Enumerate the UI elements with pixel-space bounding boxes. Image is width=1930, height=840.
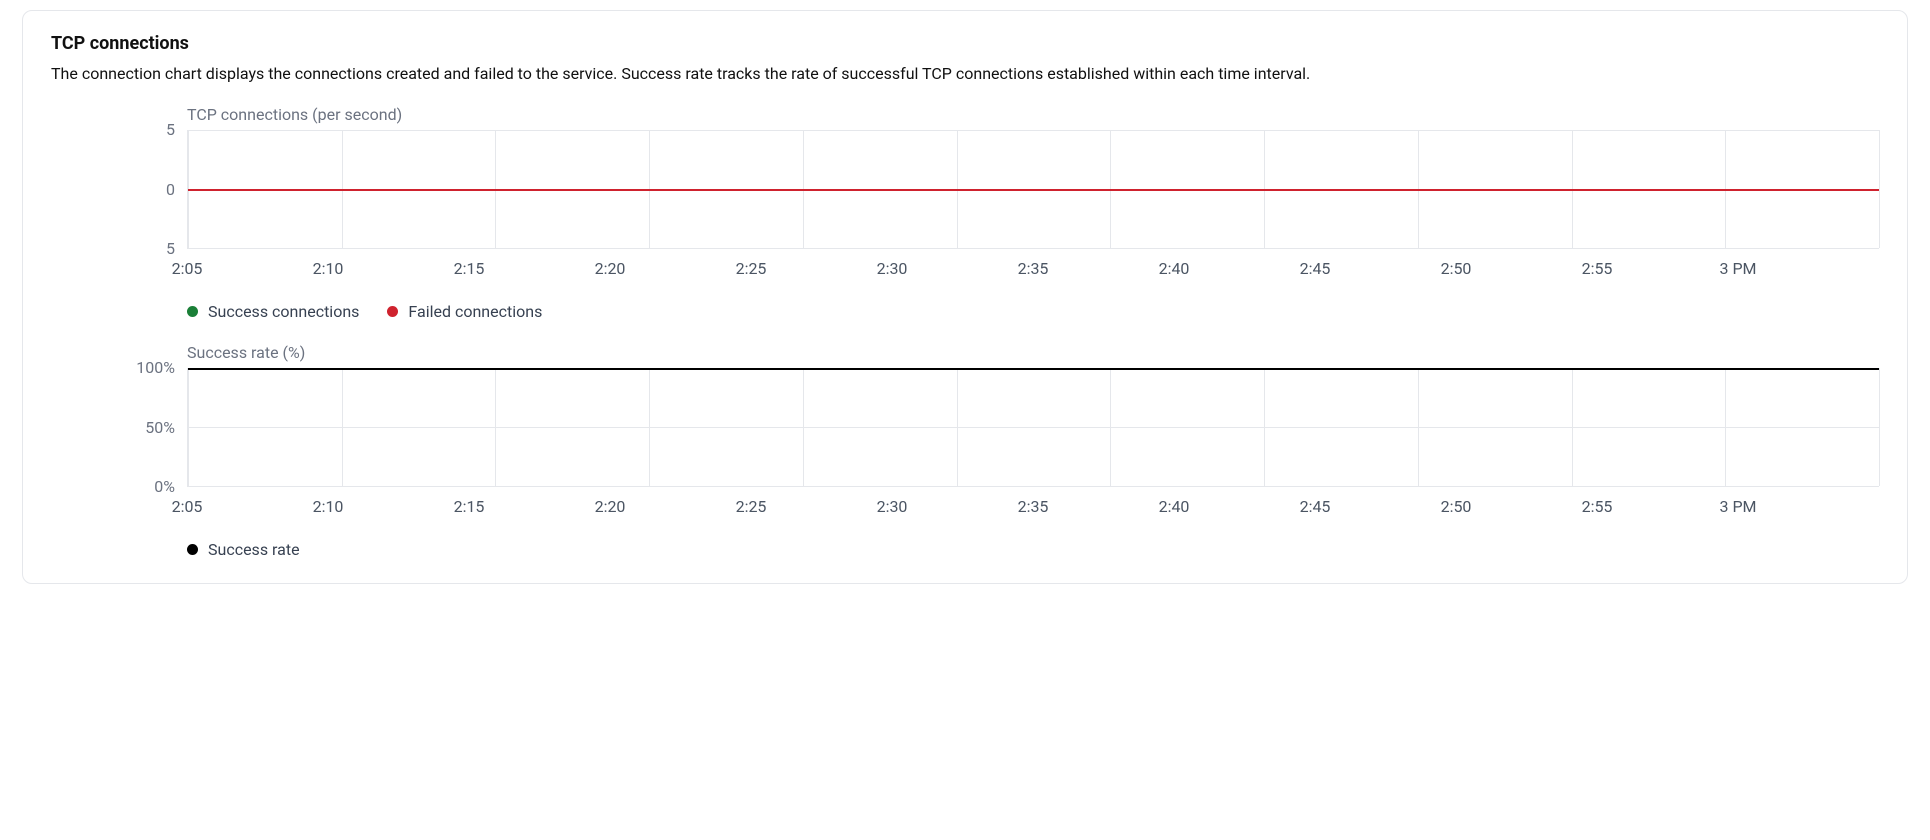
chart-success-rate: Success rate (%) 100%50%0% 2:052:102:152… <box>51 343 1879 559</box>
x-tick: 2:55 <box>1597 259 1738 278</box>
chart-2-x-axis: 2:052:102:152:202:252:302:352:402:452:50… <box>187 497 1879 516</box>
chart-2-title: Success rate (%) <box>187 343 1879 362</box>
chart-1-y-axis: 505 <box>51 130 187 249</box>
legend-item: Success rate <box>187 540 300 559</box>
x-tick: 2:50 <box>1456 497 1597 516</box>
legend-label: Failed connections <box>408 302 542 321</box>
legend-item: Failed connections <box>387 302 542 321</box>
x-tick: 2:35 <box>1033 259 1174 278</box>
x-tick: 2:20 <box>610 259 751 278</box>
legend-dot-icon <box>387 306 398 317</box>
chart-2-y-axis: 100%50%0% <box>51 368 187 487</box>
card-title: TCP connections <box>51 33 1879 54</box>
legend-dot-icon <box>187 306 198 317</box>
x-tick: 3 PM <box>1738 497 1879 516</box>
chart-2-plot <box>187 368 1879 487</box>
chart-1-title: TCP connections (per second) <box>187 105 1879 124</box>
x-tick: 2:30 <box>892 259 1033 278</box>
x-tick: 2:45 <box>1315 497 1456 516</box>
x-tick: 2:10 <box>328 497 469 516</box>
x-tick: 2:05 <box>187 497 328 516</box>
x-tick: 3 PM <box>1738 259 1879 278</box>
x-tick: 2:35 <box>1033 497 1174 516</box>
chart-2-legend: Success rate <box>187 540 1879 559</box>
x-tick: 2:20 <box>610 497 751 516</box>
x-tick: 2:10 <box>328 259 469 278</box>
legend-dot-icon <box>187 544 198 555</box>
card-description: The connection chart displays the connec… <box>51 64 1879 83</box>
x-tick: 2:40 <box>1174 497 1315 516</box>
x-tick: 2:45 <box>1315 259 1456 278</box>
series-line <box>188 189 1879 191</box>
chart-1-legend: Success connections Failed connections <box>187 302 1879 321</box>
x-tick: 2:50 <box>1456 259 1597 278</box>
x-tick: 2:40 <box>1174 259 1315 278</box>
x-tick: 2:30 <box>892 497 1033 516</box>
chart-tcp-connections: TCP connections (per second) 505 2:052:1… <box>51 105 1879 321</box>
x-tick: 2:15 <box>469 497 610 516</box>
legend-label: Success connections <box>208 302 359 321</box>
legend-item: Success connections <box>187 302 359 321</box>
x-tick: 2:25 <box>751 259 892 278</box>
x-tick: 2:15 <box>469 259 610 278</box>
series-line <box>188 368 1879 370</box>
tcp-connections-card: TCP connections The connection chart dis… <box>22 10 1908 584</box>
legend-label: Success rate <box>208 540 300 559</box>
chart-1-plot <box>187 130 1879 249</box>
x-tick: 2:55 <box>1597 497 1738 516</box>
x-tick: 2:25 <box>751 497 892 516</box>
chart-1-x-axis: 2:052:102:152:202:252:302:352:402:452:50… <box>187 259 1879 278</box>
x-tick: 2:05 <box>187 259 328 278</box>
